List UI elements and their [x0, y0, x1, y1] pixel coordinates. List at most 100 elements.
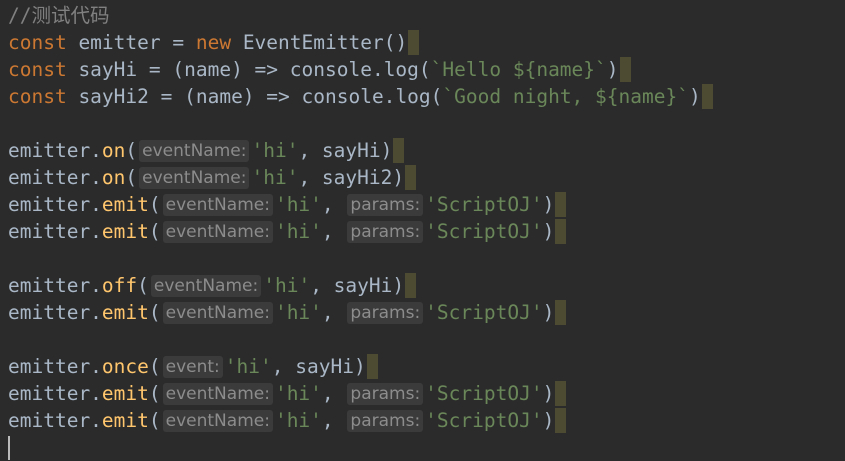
parameter-hint: eventName: [139, 166, 250, 189]
code-text: ( [148, 382, 161, 405]
code-text: emitter. [8, 382, 102, 405]
parameter-hint: params: [347, 301, 424, 324]
keyword-const: const [8, 58, 67, 81]
code-line-3: const sayHi = (name) => console. log(`Hel… [0, 56, 845, 83]
code-line-16: emitter. emit(eventName:'hi', params: 'Scr… [0, 407, 845, 434]
parameter-hint: eventName: [150, 274, 262, 297]
keyword-const: const [8, 85, 67, 108]
line-end-marker [393, 138, 405, 163]
string-literal: 'hi' [274, 220, 322, 243]
string-literal: 'hi' [274, 382, 322, 405]
code-text: sayHi2 = (name) => console. [66, 85, 396, 108]
line-end-marker [366, 354, 378, 379]
code-text: ) [542, 382, 555, 405]
string-literal: 'hi' [274, 193, 322, 216]
line-end-marker [555, 219, 567, 244]
string-literal: 'hi' [251, 166, 299, 189]
code-text: , [310, 274, 334, 297]
method-emit: emit [101, 301, 149, 324]
code-text: ) [542, 409, 555, 432]
code-text: emitter. [8, 274, 102, 297]
method-once: once [101, 355, 149, 378]
code-line-6: emitter. on(eventName:'hi', sayHi) [0, 137, 845, 164]
code-text: ( [430, 85, 443, 108]
code-text: ) [542, 220, 555, 243]
code-text: ) [380, 139, 393, 162]
code-text: emitter. [8, 193, 102, 216]
string-literal: `Hello ${name}` [430, 58, 607, 81]
comment: //测试代码 [8, 4, 110, 27]
code-line-1: //测试代码 [0, 2, 845, 29]
parameter-hint: eventName: [162, 220, 273, 243]
string-literal: 'hi' [274, 409, 322, 432]
code-text: ( [148, 193, 161, 216]
code-text: emitter. [8, 166, 102, 189]
line-end-marker [555, 381, 567, 406]
code-line-9: emitter. emit(eventName:'hi', params: 'Scr… [0, 218, 845, 245]
code-text: , [321, 220, 346, 243]
parameter-hint: eventName: [162, 301, 273, 324]
code-text: emitter. [8, 220, 102, 243]
code-text: ( [137, 274, 149, 297]
method-emit: emit [101, 193, 149, 216]
code-text: emitter = [66, 31, 196, 54]
string-literal: 'hi' [274, 301, 322, 324]
code-text: ) [542, 301, 555, 324]
method-emit: emit [101, 220, 149, 243]
keyword-const: const [8, 31, 67, 54]
string-literal: 'hi' [263, 274, 311, 297]
line-end-marker [701, 84, 713, 109]
code-text: , [321, 301, 346, 324]
code-text: ) [688, 85, 701, 108]
code-text: sayHi [321, 139, 381, 162]
line-end-marker [405, 165, 417, 190]
code-text: sayHi = (name) => console. [66, 58, 384, 81]
code-text: ) [542, 193, 555, 216]
method-on: on [101, 139, 126, 162]
string-literal: 'ScriptOJ' [425, 220, 543, 243]
line-end-marker [408, 30, 420, 55]
code-text: ( [418, 58, 431, 81]
method-on: on [101, 166, 126, 189]
code-text: ( [125, 166, 138, 189]
code-line-17[interactable] [0, 434, 845, 461]
line-end-marker [405, 273, 417, 298]
text-cursor [8, 435, 10, 460]
code-line-15: emitter. emit(eventName:'hi', params: 'Scr… [0, 380, 845, 407]
code-text: ) [392, 274, 405, 297]
code-text: , [298, 166, 322, 189]
code-text: emitter. [8, 409, 102, 432]
string-literal: 'hi' [224, 355, 272, 378]
parameter-hint: eventName: [139, 139, 250, 162]
code-text: , [321, 409, 346, 432]
code-text: ) [353, 355, 366, 378]
code-text: emitter. [8, 301, 102, 324]
string-literal: 'ScriptOJ' [425, 409, 543, 432]
parameter-hint: eventName: [162, 409, 273, 432]
code-editor[interactable]: //测试代码 const emitter = new EventEmitter(… [0, 0, 845, 461]
string-literal: 'hi' [251, 139, 299, 162]
code-text: sayHi [333, 274, 393, 297]
code-text: ( [148, 409, 161, 432]
parameter-hint: params: [347, 220, 424, 243]
parameter-hint: params: [347, 409, 424, 432]
code-text: emitter. [8, 355, 102, 378]
string-literal: 'ScriptOJ' [425, 193, 543, 216]
code-text: EventEmitter() [231, 31, 408, 54]
code-line-14: emitter. once(event:'hi', sayHi) [0, 353, 845, 380]
method-off: off [101, 274, 138, 297]
code-text: emitter. [8, 139, 102, 162]
parameter-hint: params: [347, 193, 424, 216]
string-literal: `Good night, ${name}` [442, 85, 689, 108]
code-line-2: const emitter = new EventEmitter() [0, 29, 845, 56]
parameter-hint: params: [347, 382, 424, 405]
code-text: , [298, 139, 322, 162]
code-line-8: emitter. emit(eventName:'hi', params: 'Scr… [0, 191, 845, 218]
code-text: ( [148, 355, 161, 378]
line-end-marker [555, 300, 567, 325]
code-text: sayHi [295, 355, 354, 378]
line-end-marker [619, 57, 631, 82]
